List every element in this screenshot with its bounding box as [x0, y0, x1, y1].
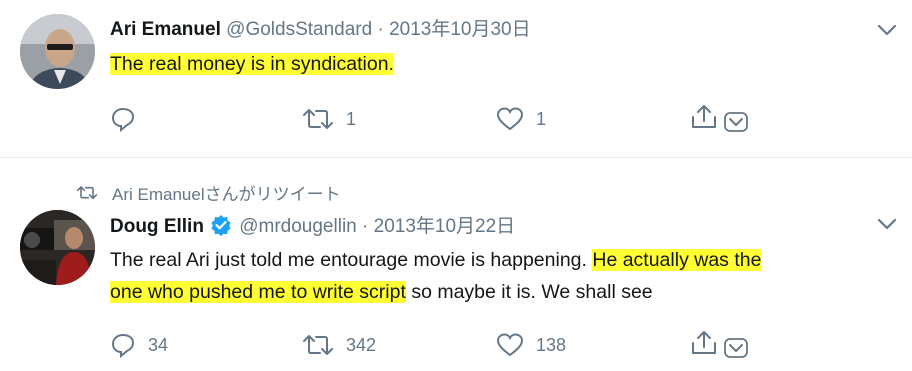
tweet-date[interactable]: 2013年10月22日 — [374, 216, 516, 237]
avatar-photo — [20, 14, 95, 89]
tweet-text: The real Ari just told me entourage movi… — [110, 244, 900, 308]
display-name[interactable]: Ari Emanuel — [110, 19, 221, 40]
share-button[interactable] — [690, 104, 754, 134]
tweet-text-part: The real Ari just told me entourage movi… — [110, 249, 593, 271]
tweet-menu-button[interactable] — [876, 216, 898, 232]
tweet-doug-ellin[interactable]: Ari Emanuelさんがリツイート Doug Ellin @mrdougel… — [0, 158, 912, 371]
retweet-button[interactable]: 1 — [302, 104, 356, 134]
tweet-text-part: so maybe it is. We shall see — [405, 281, 653, 303]
like-button[interactable]: 1 — [496, 104, 546, 134]
separator-dot: · — [362, 216, 369, 237]
like-count: 1 — [536, 108, 547, 129]
tweet-actions: 1 1 — [0, 104, 912, 134]
share-icon — [692, 331, 748, 358]
retweet-count: 1 — [346, 108, 357, 129]
tweet-header: Ari Emanuel @GoldsStandard · 2013年10月30日 — [110, 18, 531, 42]
user-handle[interactable]: @mrdougellin — [239, 216, 357, 237]
chevron-down-icon — [877, 24, 897, 36]
highlighted-text: The real money is in syndication. — [110, 53, 394, 75]
display-name[interactable]: Doug Ellin — [110, 216, 204, 237]
avatar[interactable] — [20, 210, 95, 285]
avatar-photo — [20, 210, 95, 285]
chevron-down-icon — [877, 218, 897, 230]
share-icon — [692, 105, 748, 132]
verified-badge-icon — [210, 214, 232, 243]
highlighted-text: He actually was the — [592, 249, 762, 271]
retweet-context[interactable]: Ari Emanuelさんがリツイート — [76, 180, 341, 205]
share-button[interactable] — [690, 330, 754, 360]
separator-dot: · — [377, 19, 384, 40]
retweet-icon — [76, 185, 98, 199]
highlighted-text: one who pushed me to write script — [110, 281, 406, 303]
retweet-context-label: Ari Emanuelさんがリツイート — [112, 185, 341, 204]
like-count: 138 — [536, 334, 567, 355]
retweet-icon — [303, 109, 333, 129]
like-button[interactable]: 138 — [496, 330, 566, 360]
reply-icon — [111, 107, 135, 132]
reply-button[interactable]: 34 — [110, 330, 168, 360]
avatar[interactable] — [20, 14, 95, 89]
reply-icon — [111, 333, 135, 358]
reply-button[interactable] — [110, 104, 148, 134]
tweet-ari-emanuel[interactable]: Ari Emanuel @GoldsStandard · 2013年10月30日… — [0, 0, 912, 158]
like-icon — [496, 107, 524, 131]
user-handle[interactable]: @GoldsStandard — [226, 19, 372, 40]
reply-count: 34 — [148, 334, 169, 355]
tweet-actions: 34 342 138 — [0, 330, 912, 360]
tweet-menu-button[interactable] — [876, 22, 898, 38]
tweet-date[interactable]: 2013年10月30日 — [389, 19, 531, 40]
tweet-header: Doug Ellin @mrdougellin · 2013年10月22日 — [110, 214, 515, 243]
like-icon — [496, 333, 524, 357]
tweet-text: The real money is in syndication. — [110, 48, 900, 80]
retweet-icon — [303, 335, 333, 355]
retweet-count: 342 — [346, 334, 377, 355]
retweet-button[interactable]: 342 — [302, 330, 376, 360]
